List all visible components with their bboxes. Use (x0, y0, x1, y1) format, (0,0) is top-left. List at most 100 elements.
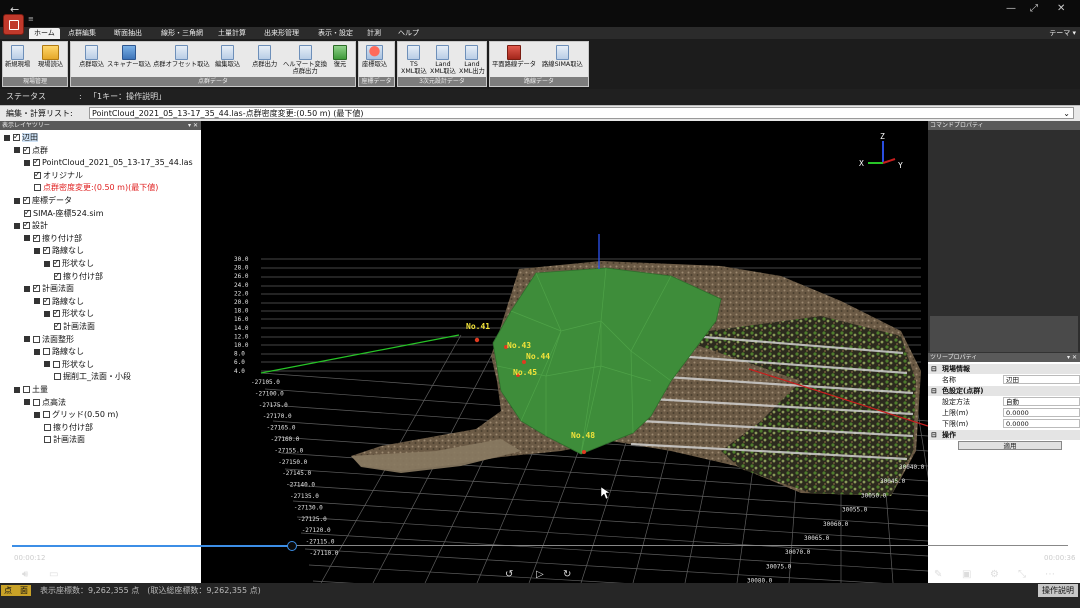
layer-checkbox[interactable] (23, 144, 30, 156)
captions-icon[interactable]: ▭ (49, 569, 58, 580)
volume-icon[interactable]: 🔊︎ (22, 569, 28, 580)
3d-viewport[interactable]: 30.0 28.0 26.0 24.0 22.0 20.0 18.0 16.0 14.0 12.0… (201, 121, 928, 583)
tree-node[interactable]: 計画法面 (54, 320, 95, 333)
new-site-button[interactable]: 新規現場 (5, 45, 30, 68)
collapse-toggle-icon[interactable] (24, 285, 30, 292)
collapse-toggle-icon[interactable] (34, 298, 40, 305)
prop-category-operation[interactable]: ⊟ 操作 (928, 430, 1080, 440)
layer-checkbox[interactable] (54, 373, 61, 381)
rewind-10-icon[interactable]: ↺ (505, 569, 513, 580)
layer-checkbox[interactable] (43, 348, 50, 356)
scanner-import-button[interactable]: スキャナー取込 (107, 45, 151, 68)
tree-node[interactable]: 法面整形 (24, 334, 74, 346)
tree-node[interactable]: PointCloud_2021_05_13-17_35_44.las (24, 156, 193, 169)
edit-import-button[interactable]: 編集取込 (215, 45, 240, 68)
tree-node[interactable]: SIMA-座標524.sim (24, 207, 104, 220)
collapse-toggle-icon[interactable] (14, 222, 20, 229)
minimize-view-icon[interactable]: ⤡ (1018, 569, 1026, 580)
layer-checkbox[interactable] (53, 360, 60, 368)
layer-checkbox[interactable] (33, 156, 40, 168)
tree-node[interactable]: 辺田 (4, 131, 38, 144)
load-site-button[interactable]: 現場読込 (38, 45, 63, 68)
import-pointcloud-button[interactable]: 点群取込 (79, 45, 104, 68)
collapse-toggle-icon[interactable] (34, 247, 40, 254)
collapse-toggle-icon[interactable] (34, 348, 40, 355)
tab-asbuilt[interactable]: 出来形管理 (264, 28, 299, 39)
tree-node[interactable]: 座標データ (14, 194, 72, 207)
tree-node[interactable]: 掘削工_法面・小段 (54, 371, 131, 383)
tree-node[interactable]: 路線なし (34, 295, 84, 308)
theme-menu[interactable]: テーマ ▾ (1049, 28, 1076, 38)
layer-checkbox[interactable] (53, 257, 60, 269)
layer-checkbox[interactable] (23, 194, 30, 206)
tab-section[interactable]: 断面抽出 (114, 28, 142, 39)
layer-checkbox[interactable] (34, 169, 41, 181)
pin-close-icon[interactable]: ▾ ✕ (188, 121, 198, 130)
playback-timeline[interactable] (0, 541, 1080, 551)
operation-help-button[interactable]: 操作説明 (1038, 584, 1078, 597)
pointcloud-export-button[interactable]: 点群出力 (252, 45, 277, 68)
layer-checkbox[interactable] (44, 423, 51, 431)
layer-checkbox[interactable] (54, 270, 61, 282)
layer-checkbox[interactable] (23, 386, 30, 393)
tree-node[interactable]: 擦り付け部 (44, 422, 93, 434)
collapse-toggle-icon[interactable] (24, 235, 30, 242)
tree-node[interactable]: 土量 (14, 384, 48, 396)
tree-node[interactable]: 点高法 (24, 397, 66, 409)
edit-list-select[interactable]: PointCloud_2021_05_13-17_35_44.las-点群密度変… (89, 107, 1074, 119)
prop-category-color[interactable]: ⊟ 色設定(点群) (928, 386, 1080, 396)
minimize-button[interactable]: — (1006, 3, 1016, 14)
collapse-toggle-icon[interactable] (44, 361, 50, 368)
tab-alignment[interactable]: 線形・三角網 (161, 28, 203, 39)
prop-category-site[interactable]: ⊟ 現場情報 (928, 364, 1080, 374)
layer-checkbox[interactable] (24, 207, 31, 219)
app-menu-icon[interactable] (3, 14, 24, 35)
edit-pen-icon[interactable]: ✎ (934, 569, 942, 580)
more-options-icon[interactable]: ⋯ (1045, 569, 1055, 580)
tree-node[interactable]: 形状なし (44, 307, 94, 320)
forward-30-icon[interactable]: ↻ (563, 569, 571, 580)
layer-checkbox[interactable] (33, 282, 40, 294)
layer-checkbox[interactable] (33, 398, 40, 406)
tree-node[interactable]: 路線なし (34, 346, 84, 358)
import-coords-button[interactable]: 座標取込 (362, 45, 387, 68)
point-cloud-scene[interactable]: 30.0 28.026.0 24.022.0 20.0 18.016.0 14.012.0… (201, 121, 928, 583)
collapse-toggle-icon[interactable] (14, 197, 20, 204)
layer-checkbox[interactable] (33, 335, 40, 343)
landxml-import-button[interactable]: Land XML取込 (430, 45, 456, 75)
upper-field[interactable]: 0.0000 (1003, 408, 1080, 417)
timeline-knob[interactable] (287, 541, 297, 551)
tab-measure[interactable]: 計測 (367, 28, 381, 39)
tree-node[interactable]: 擦り付け部 (24, 232, 82, 245)
screenshot-icon[interactable]: ▣ (962, 569, 971, 580)
method-field[interactable]: 自動 (1003, 397, 1080, 406)
sima-import-button[interactable]: 路線SIMA取込 (542, 45, 583, 68)
tree-node[interactable]: 点群 (14, 144, 48, 157)
layer-checkbox[interactable] (43, 244, 50, 256)
helmert-export-button[interactable]: ヘルマート変換 点群出力 (283, 45, 327, 75)
tree-node[interactable]: 形状なし (44, 359, 94, 371)
layer-checkbox[interactable] (34, 184, 41, 192)
collapse-toggle-icon[interactable] (34, 411, 40, 418)
plane-alignment-button[interactable]: 平面路線データ (492, 45, 536, 68)
tree-node[interactable]: 計画法面 (44, 434, 85, 446)
tab-volume[interactable]: 土量計算 (218, 28, 246, 39)
tab-view-settings[interactable]: 表示・設定 (318, 28, 353, 39)
collapse-toggle-icon[interactable] (14, 147, 20, 154)
tree-node[interactable]: オリジナル (34, 169, 83, 182)
layer-checkbox[interactable] (43, 411, 50, 419)
layer-checkbox[interactable] (43, 295, 50, 307)
tree-node[interactable]: 路線なし (34, 244, 84, 257)
close-button[interactable]: ✕ (1057, 3, 1065, 14)
enhance-icon[interactable]: ⚙ (990, 569, 999, 580)
collapse-toggle-icon[interactable] (24, 399, 30, 406)
collapse-toggle-icon[interactable] (14, 386, 20, 393)
tree-node[interactable]: グリッド(0.50 m) (34, 409, 118, 421)
tree-node[interactable]: 点群密度変更:(0.50 m)(最下値) (34, 182, 158, 194)
maximize-button[interactable]: ⤢ (1030, 3, 1038, 14)
layer-checkbox[interactable] (54, 320, 61, 332)
layer-checkbox[interactable] (33, 232, 40, 244)
restore-button[interactable]: 復元 (333, 45, 347, 68)
layer-checkbox[interactable] (23, 219, 30, 231)
tree-node[interactable]: 設計 (14, 219, 48, 232)
